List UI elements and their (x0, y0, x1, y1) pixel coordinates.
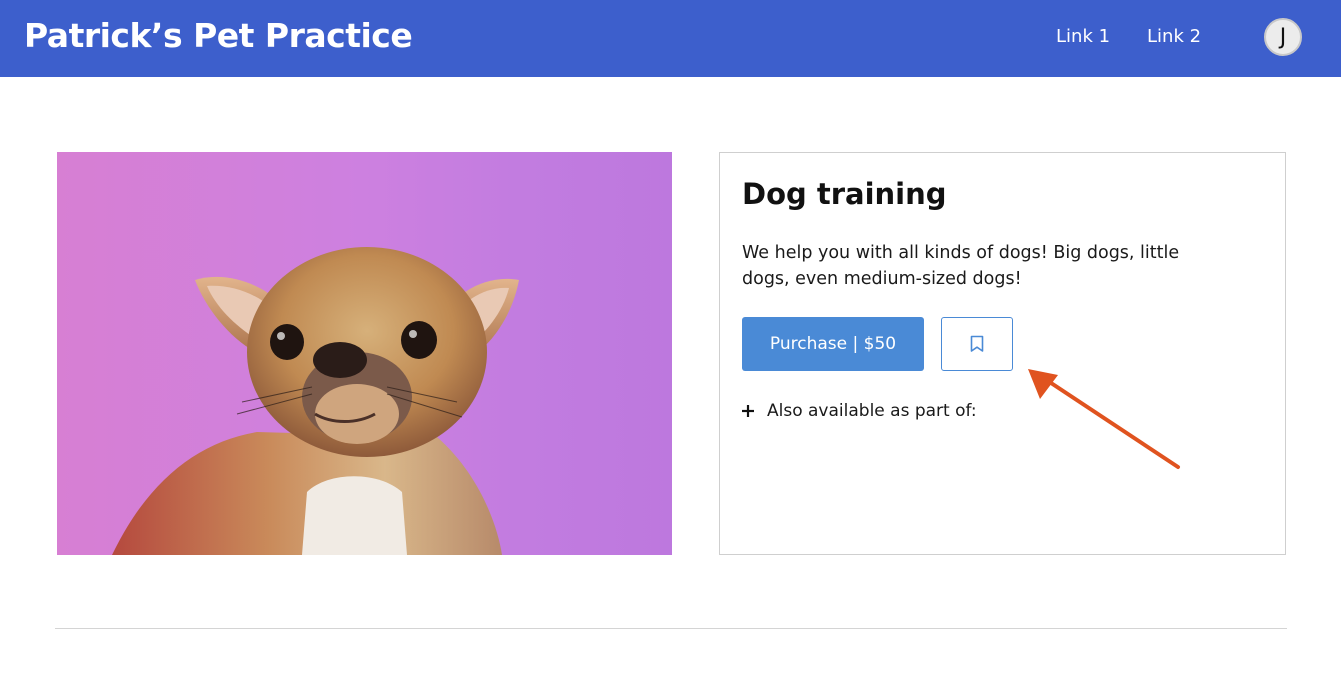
product-description: We help you with all kinds of dogs! Big … (742, 243, 1180, 289)
purchase-button[interactable]: Purchase | $50 (742, 317, 924, 371)
product-title: Dog training (742, 177, 947, 211)
section-divider (55, 628, 1287, 629)
product-card: Dog training We help you with all kinds … (719, 152, 1286, 555)
bookmark-button[interactable] (941, 317, 1013, 371)
bookmark-icon (970, 335, 984, 352)
nav-link-2[interactable]: Link 2 (1147, 26, 1201, 47)
annotation-arrow (1028, 369, 1180, 469)
nav-link-1[interactable]: Link 1 (1056, 26, 1110, 47)
user-avatar[interactable]: J (1264, 18, 1302, 56)
top-navigation-bar: Patrick’s Pet Practice Link 1 Link 2 J (0, 0, 1341, 77)
also-available-label: Also available as part of: (767, 401, 977, 421)
plus-icon (742, 405, 754, 417)
product-image-chihuahua (57, 152, 672, 555)
dog-photo-illustration (112, 247, 519, 555)
also-available-toggle[interactable]: Also available as part of: (741, 401, 977, 421)
brand-logo[interactable]: Patrick’s Pet Practice (24, 16, 413, 55)
